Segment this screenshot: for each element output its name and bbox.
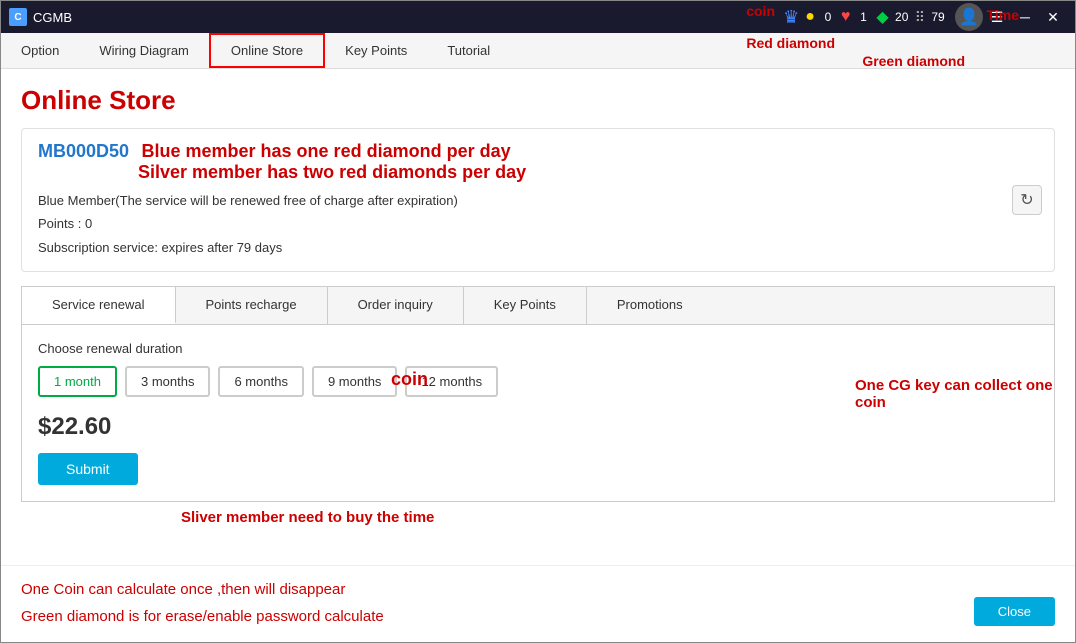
user-info-section: MB000D50 Blue member has one red diamond…	[21, 128, 1055, 272]
coin-icon: ●	[805, 8, 815, 26]
green-diamond-icon: ◆	[876, 7, 888, 27]
user-button[interactable]: 👤	[955, 3, 983, 31]
time-count: 79	[931, 10, 945, 24]
tab-key-points[interactable]: Key Points	[464, 287, 587, 324]
menu-online-store[interactable]: Online Store	[209, 33, 325, 68]
bottom-text: One Coin can calculate once ,then will d…	[21, 576, 1055, 630]
duration-1month[interactable]: 1 month	[38, 366, 117, 397]
refresh-button[interactable]: ↻	[1012, 185, 1042, 215]
menu-wiring-diagram[interactable]: Wiring Diagram	[79, 33, 209, 68]
title-icons: ♛ ● 0 ♥ 1 ◆ 20 ⠿ 79	[783, 7, 945, 28]
separator-icon: ⠿	[915, 9, 925, 26]
menu-bar: Option Wiring Diagram Online Store Key P…	[1, 33, 1075, 69]
price-display: $22.60	[38, 413, 1038, 441]
tabs-container: Service renewal Points recharge Order in…	[21, 286, 1055, 324]
silver-member-annotation: Sliver member need to buy the time	[181, 509, 434, 526]
close-button[interactable]: Close	[974, 597, 1055, 626]
duration-6months[interactable]: 6 months	[218, 366, 303, 397]
duration-options: 1 month 3 months 6 months 9 months 12 mo…	[38, 366, 1038, 397]
title-bar: C CGMB ♛ ● 0 ♥ 1 ◆ 20 ⠿ 79 👤 ☰ ─ ✕	[1, 1, 1075, 33]
tab-service-renewal[interactable]: Service renewal	[22, 287, 176, 324]
green-count: 20	[895, 10, 909, 24]
annotation-blue-member: Blue member has one red diamond per day	[142, 141, 511, 161]
heart-count: 1	[856, 10, 870, 24]
app-window: C CGMB ♛ ● 0 ♥ 1 ◆ 20 ⠿ 79 👤 ☰ ─ ✕ coin …	[0, 0, 1076, 643]
page-title: Online Store	[21, 85, 1055, 116]
heart-icon: ♥	[841, 8, 851, 26]
bottom-area: One Coin can calculate once ,then will d…	[1, 565, 1075, 642]
user-id: MB000D50	[38, 141, 129, 161]
tab-promotions[interactable]: Promotions	[587, 287, 713, 324]
coin-count: 0	[821, 10, 835, 24]
menu-tutorial[interactable]: Tutorial	[427, 33, 510, 68]
menu-key-points[interactable]: Key Points	[325, 33, 427, 68]
duration-12months[interactable]: 12 months	[405, 366, 498, 397]
menu-option[interactable]: Option	[1, 33, 79, 68]
duration-9months[interactable]: 9 months	[312, 366, 397, 397]
duration-3months[interactable]: 3 months	[125, 366, 210, 397]
menu-button[interactable]: ☰	[983, 7, 1011, 27]
annotation-silver-member: Silver member has two red diamonds per d…	[138, 162, 1038, 183]
tab-order-inquiry[interactable]: Order inquiry	[328, 287, 464, 324]
submit-button[interactable]: Submit	[38, 453, 138, 485]
close-window-button[interactable]: ✕	[1039, 7, 1067, 27]
minimize-button[interactable]: ─	[1011, 7, 1039, 27]
choose-duration-label: Choose renewal duration	[38, 341, 1038, 356]
user-member-type: Blue Member(The service will be renewed …	[38, 189, 1038, 259]
crown-icon: ♛	[783, 7, 799, 28]
app-icon: C	[9, 8, 27, 26]
service-renewal-content: Choose renewal duration 1 month 3 months…	[21, 324, 1055, 502]
content-area: Online Store MB000D50 Blue member has on…	[1, 69, 1075, 565]
tab-points-recharge[interactable]: Points recharge	[176, 287, 328, 324]
app-title: CGMB	[33, 10, 783, 25]
